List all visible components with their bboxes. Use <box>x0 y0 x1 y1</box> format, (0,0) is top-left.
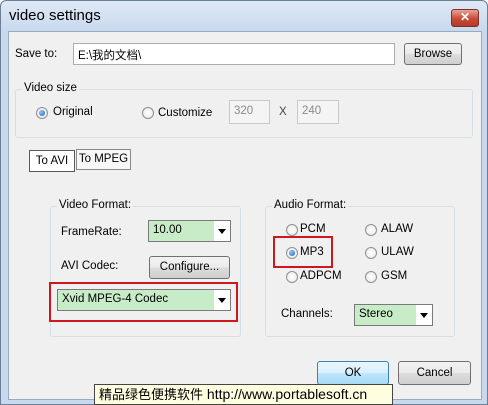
dialog-client-area: Save to: E:\我的文档\ Browse Video size Orig… <box>8 31 482 400</box>
original-radio[interactable] <box>36 107 48 119</box>
channels-label: Channels: <box>281 308 333 320</box>
chevron-down-icon <box>213 221 230 241</box>
ok-button[interactable]: OK <box>317 361 389 385</box>
pcm-label: PCM <box>300 223 326 235</box>
avi-codec-value: Xvid MPEG-4 Codec <box>62 293 169 305</box>
framerate-label: FrameRate: <box>61 226 122 238</box>
dialog-window: video settings ✕ Save to: E:\我的文档\ Brows… <box>0 0 488 405</box>
avi-codec-select[interactable]: Xvid MPEG-4 Codec <box>57 289 231 311</box>
watermark-cn-text: 精品绿色便携软件 <box>99 388 204 403</box>
alaw-radio[interactable] <box>365 224 377 236</box>
video-format-group-title: Video Format: <box>57 199 134 211</box>
ulaw-label: ULAW <box>381 246 414 258</box>
width-field[interactable]: 320 <box>229 100 270 124</box>
title-bar[interactable]: video settings ✕ <box>1 1 487 31</box>
alaw-label: ALAW <box>381 223 414 235</box>
close-icon: ✕ <box>459 10 471 24</box>
mp3-radio[interactable] <box>286 247 298 259</box>
mp3-label: MP3 <box>300 246 324 258</box>
watermark-url: http://www.portablesoft.cn <box>206 386 368 402</box>
close-button[interactable]: ✕ <box>451 9 479 27</box>
channels-select[interactable]: Stereo <box>354 304 433 326</box>
size-separator: X <box>279 106 287 118</box>
tab-to-avi[interactable]: To AVI <box>29 150 75 172</box>
tab-to-mpeg[interactable]: To MPEG <box>76 149 131 170</box>
gsm-radio[interactable] <box>365 271 377 283</box>
channels-value: Stereo <box>359 308 393 320</box>
chevron-down-icon <box>213 290 230 310</box>
window-title: video settings <box>9 7 101 24</box>
customize-radio[interactable] <box>142 107 154 119</box>
customize-label: Customize <box>158 107 213 119</box>
height-field[interactable]: 240 <box>297 100 339 124</box>
framerate-select[interactable]: 10.00 <box>148 220 231 242</box>
configure-button[interactable]: Configure... <box>149 256 230 279</box>
cancel-button[interactable]: Cancel <box>398 361 471 385</box>
chevron-down-icon <box>415 305 432 325</box>
save-to-label: Save to: <box>15 48 58 60</box>
original-label: Original <box>53 106 93 118</box>
watermark-banner: 精品绿色便携软件 http://www.portablesoft.cn <box>94 384 393 405</box>
audio-format-group-title: Audio Format: <box>272 199 349 211</box>
browse-button[interactable]: Browse <box>404 43 462 65</box>
avi-codec-label: AVI Codec: <box>61 260 119 272</box>
gsm-label: GSM <box>381 270 408 282</box>
pcm-radio[interactable] <box>286 224 298 236</box>
ulaw-radio[interactable] <box>365 247 377 259</box>
save-path-field[interactable]: E:\我的文档\ <box>73 43 395 65</box>
framerate-value: 10.00 <box>153 224 182 236</box>
adpcm-label: ADPCM <box>300 270 342 282</box>
video-size-group-title: Video size <box>22 82 79 94</box>
adpcm-radio[interactable] <box>286 271 298 283</box>
